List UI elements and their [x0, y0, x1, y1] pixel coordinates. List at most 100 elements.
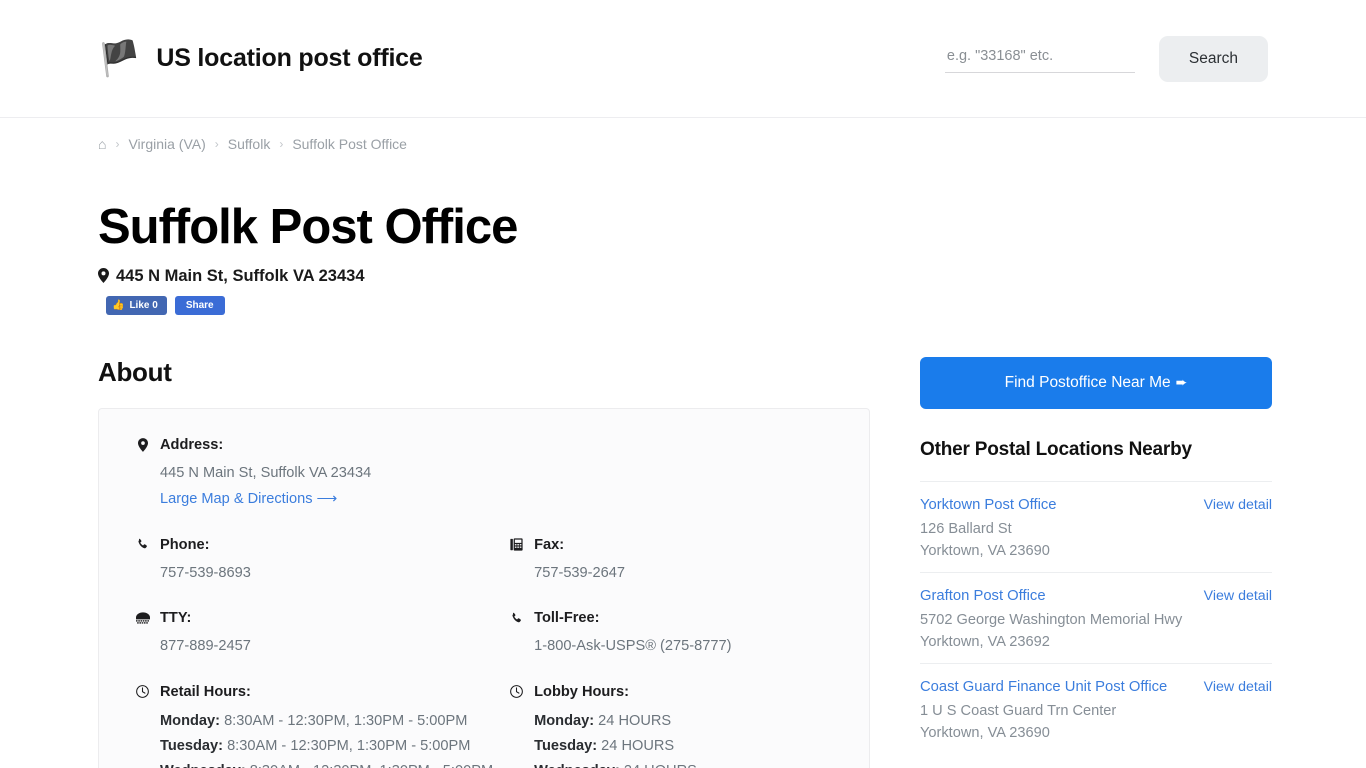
list-item: Yorktown Post Office 126 Ballard St York… — [920, 481, 1272, 572]
phone-icon — [135, 538, 150, 551]
phone-icon — [509, 612, 524, 625]
info-tty-header: TTY: — [135, 610, 493, 626]
hours-row: Monday: 8:30AM - 12:30PM, 1:30PM - 5:00P… — [160, 709, 493, 734]
nearby-location-name[interactable]: Coast Guard Finance Unit Post Office — [920, 678, 1192, 698]
info-toll-free-value: 1-800-Ask-USPS® (275-8777) — [534, 638, 732, 655]
info-item-toll-free: Toll-Free: 1-800-Ask-USPS® (275-8777) — [509, 610, 833, 658]
hours-value: 8:30AM - 12:30PM, 1:30PM - 5:00PM — [250, 763, 493, 768]
info-item-tty: TTY: 877-889-2457 — [135, 610, 493, 658]
large-map-directions-link[interactable]: Large Map & Directions ⟶ — [160, 488, 337, 511]
cta-label: Find Postoffice Near Me — [1004, 374, 1171, 392]
info-item-lobby-hours: Lobby Hours: Monday: 24 HOURS Tuesday: 2… — [509, 684, 833, 768]
list-item: Grafton Post Office 5702 George Washingt… — [920, 572, 1272, 663]
info-item-phone: Phone: 757-539-8693 — [135, 537, 493, 585]
facebook-share-label: Share — [185, 300, 214, 312]
clock-icon — [135, 685, 150, 699]
fax-icon — [509, 538, 524, 551]
nearby-city: Yorktown, VA 23690 — [920, 543, 1050, 560]
nearby-city: Yorktown, VA 23692 — [920, 634, 1050, 651]
retail-hours-list: Monday: 8:30AM - 12:30PM, 1:30PM - 5:00P… — [135, 709, 493, 768]
info-fax-header: Fax: — [509, 537, 833, 553]
breadcrumb-separator: › — [115, 137, 120, 151]
info-tty-label: TTY: — [160, 610, 192, 627]
list-item: Coast Guard Finance Unit Post Office 1 U… — [920, 663, 1272, 754]
breadcrumb-separator: › — [214, 137, 219, 151]
info-phone-value: 757-539-8693 — [160, 564, 251, 581]
breadcrumb-item-state[interactable]: Virginia (VA) — [128, 136, 205, 152]
info-retail-hours-label: Retail Hours: — [160, 683, 251, 700]
breadcrumb-item-city[interactable]: Suffolk — [228, 136, 271, 152]
nearby-city: Yorktown, VA 23690 — [920, 724, 1050, 741]
facebook-share-button[interactable]: Share — [174, 296, 225, 316]
map-pin-icon — [98, 267, 109, 286]
nearby-street: 5702 George Washington Memorial Hwy — [920, 611, 1183, 628]
page-wrapper: ⌂ › Virginia (VA) › Suffolk › Suffolk Po… — [0, 118, 1366, 768]
hours-value: 24 HOURS — [624, 763, 697, 768]
info-address-label: Address: — [160, 437, 224, 454]
info-fax-label: Fax: — [534, 536, 565, 553]
thumbs-up-icon: 👍 — [112, 300, 125, 312]
search-input[interactable] — [944, 44, 1135, 73]
nearby-location-name[interactable]: Yorktown Post Office — [920, 496, 1192, 516]
info-retail-hours-header: Retail Hours: — [135, 684, 493, 700]
info-toll-free-label: Toll-Free: — [534, 610, 600, 627]
hours-value: 8:30AM - 12:30PM, 1:30PM - 5:00PM — [224, 712, 468, 729]
find-postoffice-near-me-button[interactable]: Find Postoffice Near Me ➨ — [920, 357, 1272, 410]
hours-value: 8:30AM - 12:30PM, 1:30PM - 5:00PM — [227, 738, 471, 755]
facebook-like-label: Like 0 — [129, 300, 158, 312]
main-content: About Address: 445 N Main St, Suffolk VA… — [98, 357, 1272, 768]
view-detail-link[interactable]: View detail — [1204, 678, 1272, 695]
info-phone-header: Phone: — [135, 537, 493, 553]
hours-value: 24 HOURS — [598, 712, 672, 729]
hours-day: Wednesday: — [534, 763, 620, 768]
hours-day: Wednesday: — [160, 763, 246, 768]
post-office-icon: 🏴 — [98, 39, 141, 78]
page-title: Suffolk Post Office — [98, 200, 518, 254]
hours-row: Wednesday: 24 HOURS — [534, 759, 833, 768]
nearby-item-main: Yorktown Post Office 126 Ballard St York… — [920, 496, 1192, 562]
about-heading: About — [98, 357, 172, 388]
view-detail-link[interactable]: View detail — [1204, 496, 1272, 513]
hours-row: Wednesday: 8:30AM - 12:30PM, 1:30PM - 5:… — [160, 759, 493, 768]
hours-day: Monday: — [160, 712, 220, 729]
about-card: Address: 445 N Main St, Suffolk VA 23434… — [98, 408, 870, 768]
paper-plane-icon: ➨ — [1175, 374, 1188, 391]
hours-row: Tuesday: 24 HOURS — [534, 734, 833, 759]
social-buttons: 👍 Like 0 Share — [98, 296, 1268, 316]
breadcrumb-home-icon[interactable]: ⌂ — [98, 136, 106, 152]
info-tty-value: 877-889-2457 — [160, 638, 251, 655]
address-text: 445 N Main St, Suffolk VA 23434 — [116, 267, 365, 286]
header-search-group: Search — [944, 35, 1268, 82]
nearby-street: 126 Ballard St — [920, 520, 1012, 537]
nearby-street: 1 U S Coast Guard Trn Center — [920, 702, 1117, 719]
brand-link[interactable]: 🏴 US location post office — [98, 42, 423, 76]
info-address-body: 445 N Main St, Suffolk VA 23434 Large Ma… — [135, 462, 833, 510]
search-button[interactable]: Search — [1158, 35, 1268, 82]
info-lobby-hours-label: Lobby Hours: — [534, 683, 629, 700]
nearby-locations-heading: Other Postal Locations Nearby — [920, 439, 1192, 461]
title-block: Suffolk Post Office 445 N Main St, Suffo… — [98, 152, 1268, 316]
map-pin-icon — [135, 438, 150, 453]
info-item-retail-hours: Retail Hours: Monday: 8:30AM - 12:30PM, … — [135, 684, 493, 768]
nearby-location-address: 1 U S Coast Guard Trn Center Yorktown, V… — [920, 700, 1192, 744]
info-item-fax: Fax: 757-539-2647 — [509, 537, 833, 585]
hours-day: Tuesday: — [534, 738, 598, 755]
nearby-location-address: 5702 George Washington Memorial Hwy York… — [920, 609, 1192, 653]
view-detail-link[interactable]: View detail — [1204, 587, 1272, 604]
facebook-like-button[interactable]: 👍 Like 0 — [106, 296, 167, 316]
info-address-header: Address: — [135, 437, 833, 453]
info-fax-value: 757-539-2647 — [534, 564, 625, 581]
breadcrumb-item-current: Suffolk Post Office — [292, 136, 407, 152]
site-header: 🏴 US location post office Search — [0, 0, 1366, 118]
hours-row: Tuesday: 8:30AM - 12:30PM, 1:30PM - 5:00… — [160, 734, 493, 759]
info-address-value: 445 N Main St, Suffolk VA 23434 — [160, 465, 372, 482]
info-phone-label: Phone: — [160, 536, 210, 553]
about-info-grid: Address: 445 N Main St, Suffolk VA 23434… — [135, 437, 833, 768]
nearby-location-name[interactable]: Grafton Post Office — [920, 587, 1192, 607]
hours-row: Monday: 24 HOURS — [534, 709, 833, 734]
info-lobby-hours-header: Lobby Hours: — [509, 684, 833, 700]
about-column: About Address: 445 N Main St, Suffolk VA… — [98, 357, 870, 768]
hours-day: Monday: — [534, 712, 595, 729]
lobby-hours-list: Monday: 24 HOURS Tuesday: 24 HOURS Wedne… — [509, 709, 833, 768]
breadcrumb-separator: › — [279, 137, 284, 151]
